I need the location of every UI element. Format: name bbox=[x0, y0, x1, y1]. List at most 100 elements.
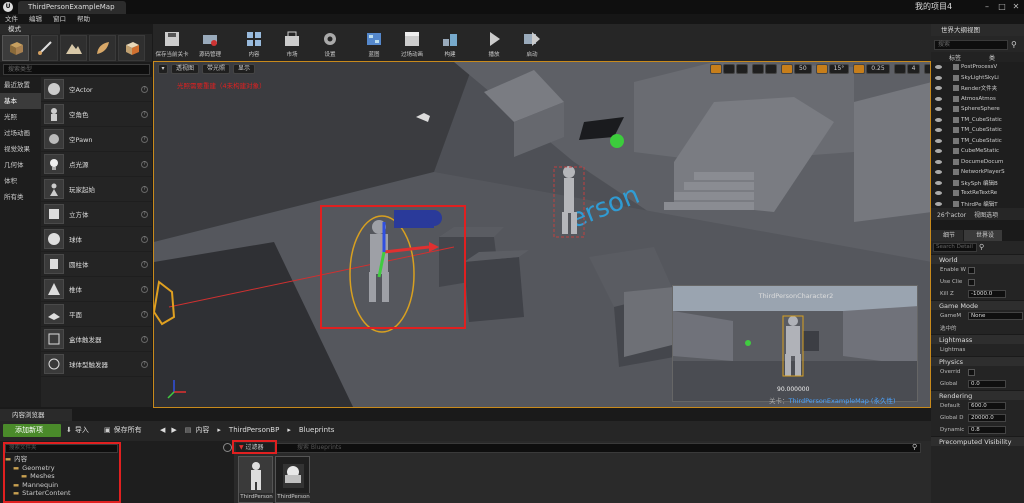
property-number-field[interactable]: 0.8 bbox=[968, 426, 1006, 434]
cinematics-button[interactable]: 过场动画 bbox=[393, 25, 431, 60]
details-section-header[interactable]: World bbox=[931, 254, 1024, 264]
outliner-row[interactable]: Render文件夹 bbox=[931, 83, 1024, 94]
outliner-type-column[interactable]: 类 bbox=[989, 53, 995, 62]
property-number-field[interactable]: 0.0 bbox=[968, 380, 1006, 388]
lit-mode-button[interactable]: 带光照 bbox=[202, 64, 231, 74]
build-button[interactable]: 构建 bbox=[431, 25, 469, 60]
outliner-row[interactable]: PostProcessV bbox=[931, 62, 1024, 73]
place-item-empty-pawn[interactable]: 空Pawn? bbox=[41, 127, 152, 152]
show-button[interactable]: 显示 bbox=[233, 64, 256, 74]
help-icon[interactable]: ? bbox=[141, 110, 148, 118]
marketplace-button[interactable]: 市场 bbox=[273, 25, 311, 60]
asset-search-icon[interactable]: ⚲ bbox=[912, 443, 917, 451]
back-arrow-icon[interactable]: ◀ bbox=[160, 426, 165, 434]
help-icon[interactable]: ? bbox=[141, 260, 148, 268]
paint-mode-button[interactable] bbox=[31, 35, 58, 61]
search-classes-input[interactable]: 搜索类型 bbox=[3, 64, 150, 75]
level-viewport[interactable]: erson ▾ 透视图 带光照 显示 50 15° 0.25 4 光照需要重建（… bbox=[153, 61, 931, 408]
world-settings-tab[interactable]: 世界设 bbox=[964, 230, 1003, 241]
place-mode-button[interactable] bbox=[2, 35, 29, 61]
place-item-cone[interactable]: 椎体? bbox=[41, 277, 152, 302]
grid-snap-icon[interactable] bbox=[781, 64, 793, 74]
breadcrumb-content[interactable]: 内容 bbox=[195, 425, 209, 435]
outliner-row[interactable]: DocumeDocum bbox=[931, 157, 1024, 168]
add-new-button[interactable]: 添加新项 bbox=[3, 424, 61, 437]
outliner-label-column[interactable]: 标签 bbox=[949, 53, 961, 62]
visibility-eye-icon[interactable] bbox=[935, 191, 942, 196]
property-checkbox[interactable] bbox=[968, 266, 975, 274]
outliner-row[interactable]: AtmosAtmos bbox=[931, 94, 1024, 105]
scale-snap-icon[interactable] bbox=[853, 64, 866, 74]
place-item-sphere[interactable]: 球体? bbox=[41, 227, 152, 252]
outliner-row[interactable]: CubeMeStatic bbox=[931, 146, 1024, 157]
visibility-eye-icon[interactable] bbox=[935, 75, 942, 80]
category-visual-effects[interactable]: 视觉效果 bbox=[0, 141, 41, 157]
perspective-button[interactable]: 透视图 bbox=[171, 64, 200, 74]
place-item-plane[interactable]: 平面? bbox=[41, 302, 152, 327]
world-outliner-tab[interactable]: 世界大纲视图 bbox=[931, 24, 1024, 36]
outliner-row[interactable]: ThirdPe 编辑T bbox=[931, 199, 1024, 209]
details-section-header[interactable]: Lightmass bbox=[931, 334, 1024, 344]
category-basic[interactable]: 基本 bbox=[0, 93, 41, 109]
source-control-button[interactable]: 源码管理 bbox=[191, 25, 229, 60]
visibility-eye-icon[interactable] bbox=[935, 65, 942, 70]
modes-tab[interactable]: 模式 bbox=[0, 24, 60, 34]
breadcrumb-blueprints[interactable]: Blueprints bbox=[299, 426, 335, 434]
menu-file[interactable]: 文件 bbox=[5, 14, 18, 24]
place-item-empty-actor[interactable]: 空Actor? bbox=[41, 77, 152, 102]
visibility-eye-icon[interactable] bbox=[935, 128, 942, 133]
category-cinematic[interactable]: 过场动画 bbox=[0, 125, 41, 141]
help-icon[interactable]: ? bbox=[141, 160, 148, 168]
visibility-eye-icon[interactable] bbox=[935, 201, 942, 206]
category-geometry[interactable]: 几何体 bbox=[0, 157, 41, 173]
asset-tile-thirdperson-gamemode[interactable]: ThirdPerson bbox=[275, 456, 311, 503]
launch-button[interactable]: 启动 bbox=[513, 25, 551, 60]
help-icon[interactable]: ? bbox=[141, 85, 148, 93]
close-button[interactable]: ✕ bbox=[1009, 1, 1023, 13]
help-icon[interactable]: ? bbox=[141, 310, 148, 318]
place-item-point-light[interactable]: 点光源? bbox=[41, 152, 152, 177]
search-icon[interactable]: ⚲ bbox=[1011, 40, 1020, 50]
rotate-tool-icon[interactable] bbox=[723, 64, 735, 74]
asset-tile-thirdperson-character[interactable]: ThirdPerson bbox=[238, 456, 274, 503]
visibility-eye-icon[interactable] bbox=[935, 117, 942, 122]
menu-window[interactable]: 窗口 bbox=[53, 14, 66, 24]
sources-toggle-icon[interactable] bbox=[223, 443, 232, 452]
details-section-header[interactable]: Game Mode bbox=[931, 300, 1024, 310]
help-icon[interactable]: ? bbox=[141, 235, 148, 243]
surface-snap-icon[interactable] bbox=[765, 64, 777, 74]
property-select[interactable]: None bbox=[968, 312, 1023, 320]
place-item-empty-character[interactable]: 空角色? bbox=[41, 102, 152, 127]
details-section-header[interactable]: Rendering bbox=[931, 390, 1024, 400]
help-icon[interactable]: ? bbox=[141, 185, 148, 193]
scale-tool-icon[interactable] bbox=[736, 64, 748, 74]
property-number-field[interactable]: -1000.0 bbox=[968, 290, 1006, 298]
visibility-eye-icon[interactable] bbox=[935, 138, 942, 143]
menu-help[interactable]: 帮助 bbox=[77, 14, 90, 24]
maximize-button[interactable]: □ bbox=[995, 1, 1009, 13]
visibility-eye-icon[interactable] bbox=[935, 170, 942, 175]
outliner-row[interactable]: TextReTextRe bbox=[931, 188, 1024, 199]
content-button[interactable]: 内容 bbox=[235, 25, 273, 60]
outliner-row[interactable]: SkySph 编辑B bbox=[931, 178, 1024, 189]
grid-size-value[interactable]: 50 bbox=[794, 64, 812, 74]
save-current-level-button[interactable]: 保存当前关卡 bbox=[153, 25, 191, 60]
world-local-icon[interactable] bbox=[752, 64, 764, 74]
content-browser-tab[interactable]: 内容浏览器 bbox=[0, 409, 72, 421]
category-volumes[interactable]: 体积 bbox=[0, 173, 41, 189]
visibility-eye-icon[interactable] bbox=[935, 86, 942, 91]
camera-speed-icon[interactable] bbox=[893, 64, 906, 74]
place-item-sphere-trigger[interactable]: 球体型触发器? bbox=[41, 352, 152, 377]
outliner-row[interactable]: SphereSphere bbox=[931, 104, 1024, 115]
scale-snap-value[interactable]: 0.25 bbox=[866, 64, 890, 74]
visibility-eye-icon[interactable] bbox=[935, 96, 942, 101]
visibility-eye-icon[interactable] bbox=[935, 180, 942, 185]
place-item-box-trigger[interactable]: 盒体触发器? bbox=[41, 327, 152, 352]
details-tab[interactable]: 细节 bbox=[931, 230, 964, 241]
level-document-tab[interactable]: ThirdPersonExampleMap bbox=[18, 1, 126, 14]
view-options-button[interactable]: 视图选项 bbox=[974, 210, 998, 219]
visibility-eye-icon[interactable] bbox=[935, 149, 942, 154]
category-recent[interactable]: 最近放置 bbox=[0, 77, 41, 93]
blueprints-button[interactable]: 蓝图 bbox=[355, 25, 393, 60]
details-search-icon[interactable]: ⚲ bbox=[979, 243, 987, 251]
